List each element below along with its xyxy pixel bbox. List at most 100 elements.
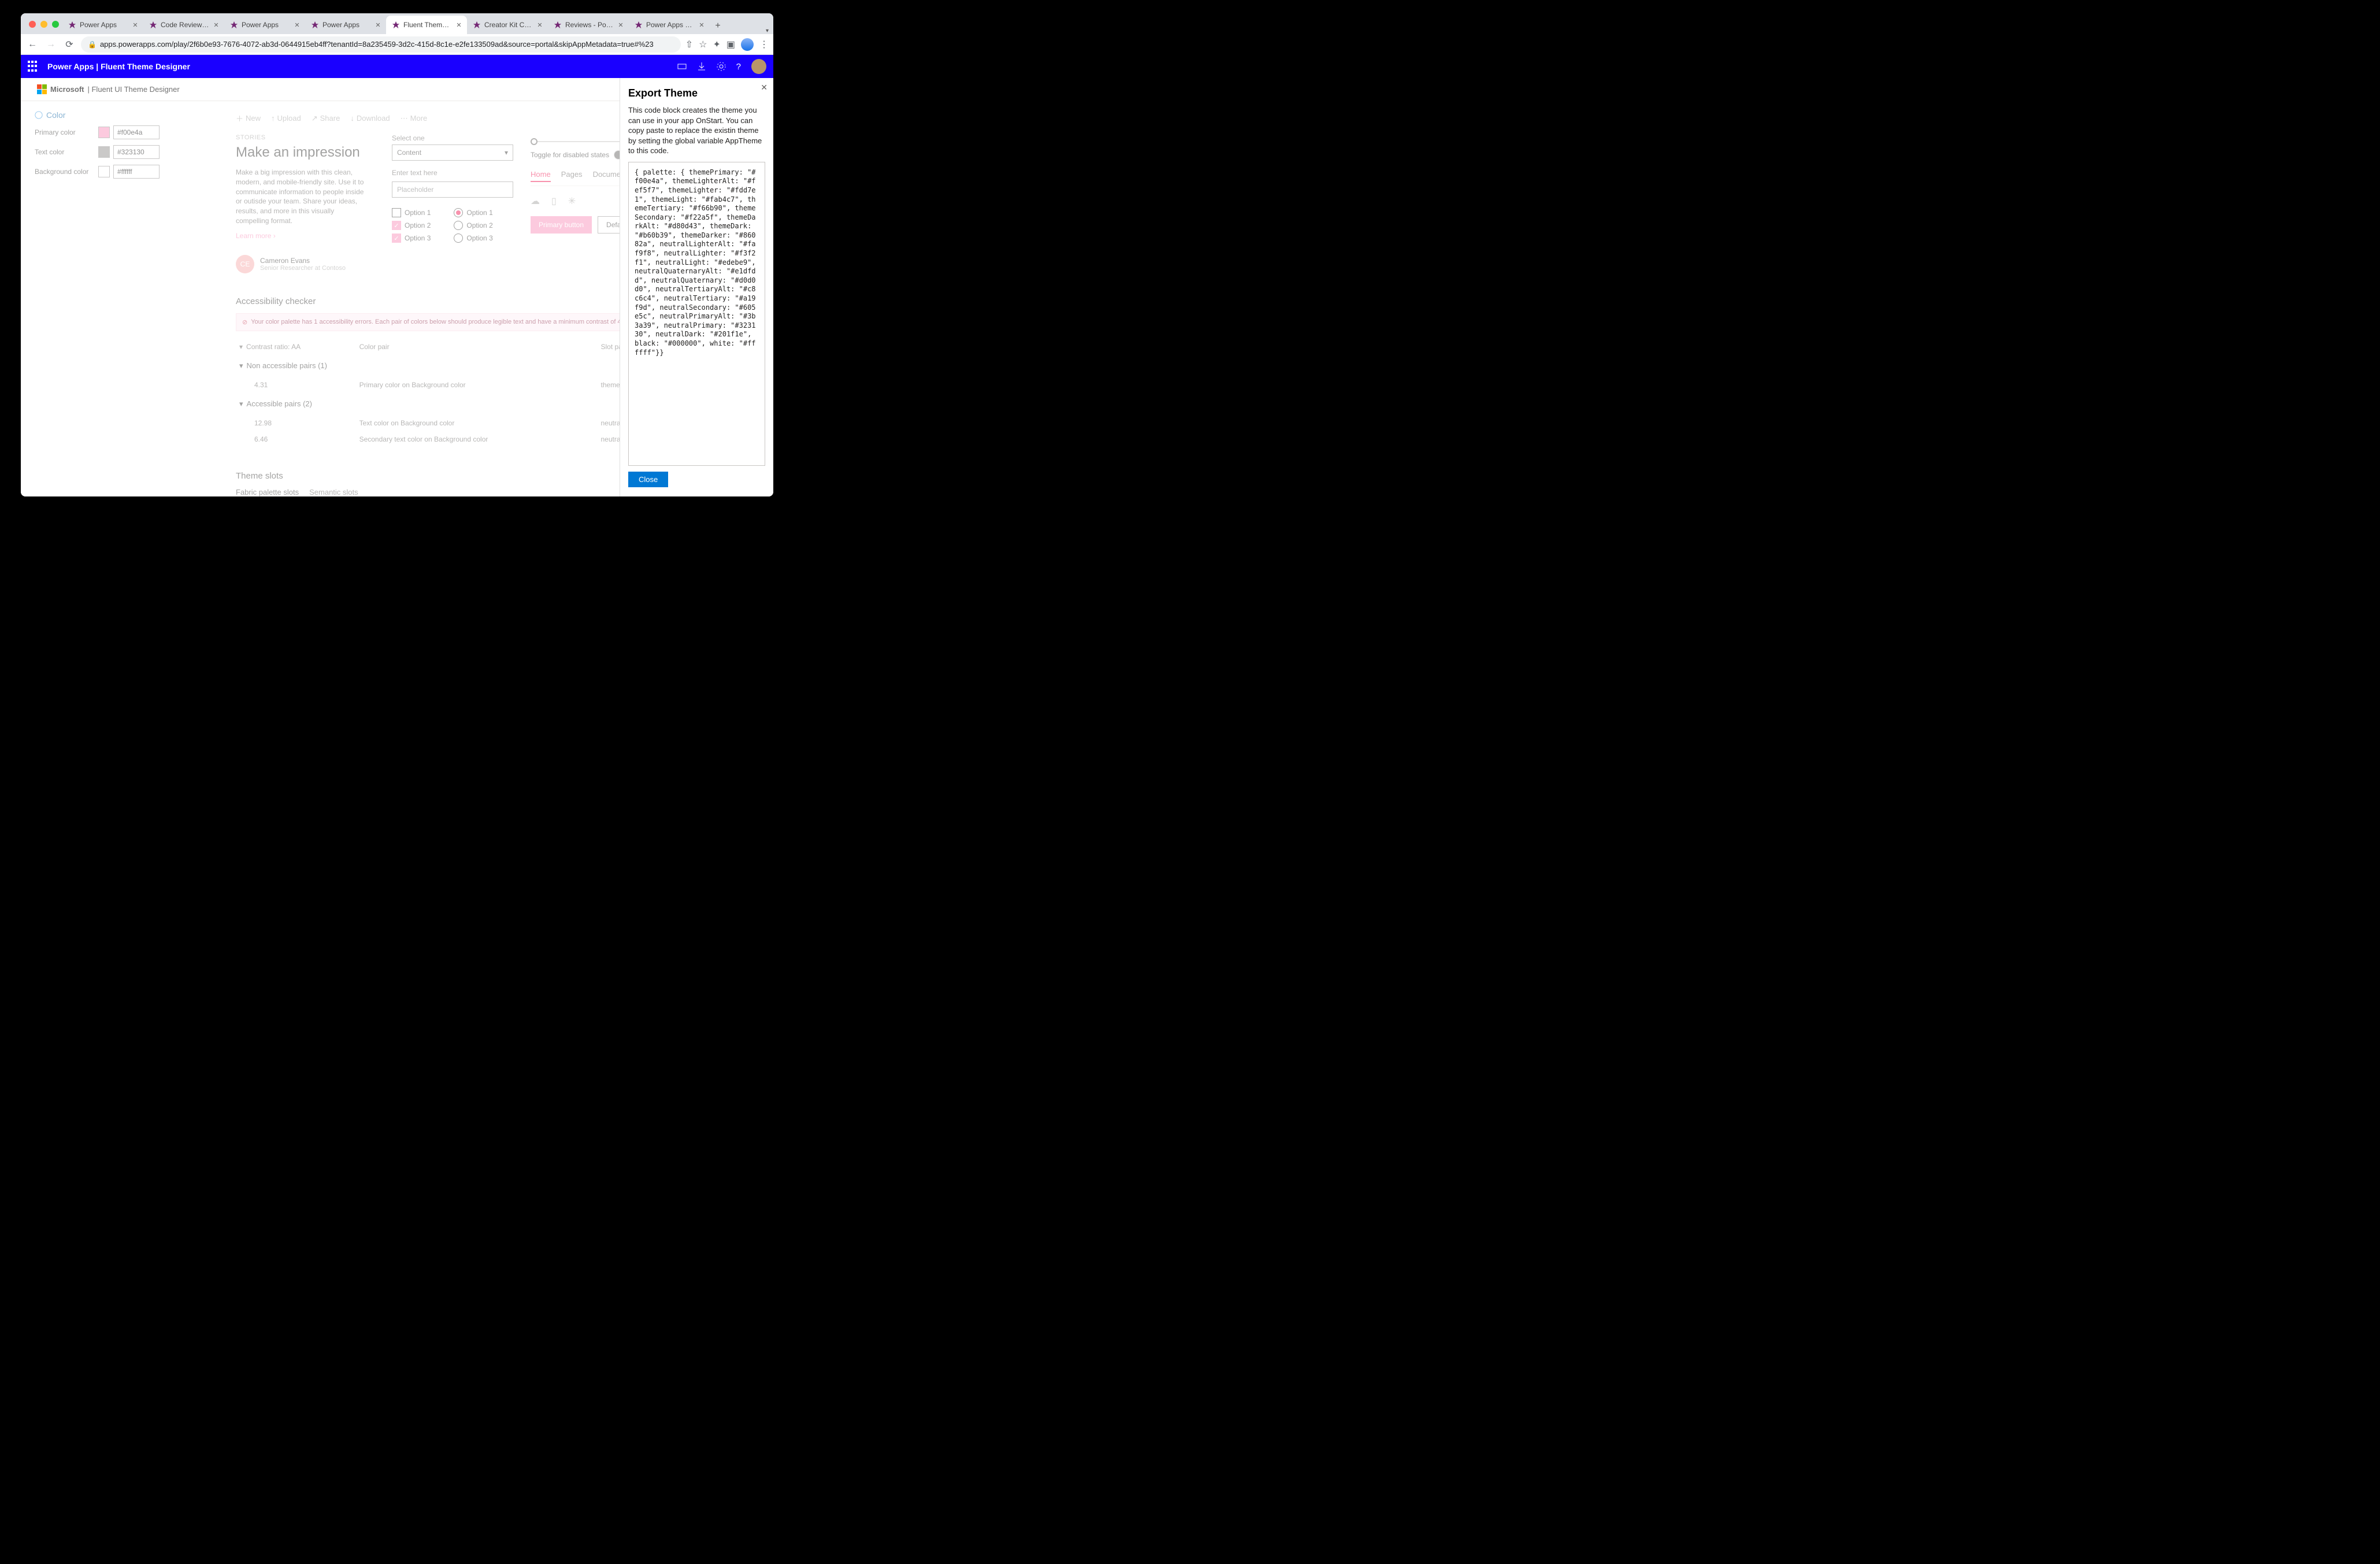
favicon-icon xyxy=(68,21,76,29)
color-config-panel: Color Primary color Text color Backgroun… xyxy=(21,101,218,496)
radio-2[interactable] xyxy=(454,221,463,230)
tab-overflow-icon[interactable]: ▾ xyxy=(766,28,769,34)
tab-label: Power Apps xyxy=(80,21,128,29)
tab-label: Fluent Theme Designer - P xyxy=(403,21,452,29)
phone-icon: ▯ xyxy=(551,195,557,207)
close-tab-icon[interactable]: ✕ xyxy=(455,21,462,28)
select-label: Select one xyxy=(392,134,513,142)
text-color-swatch[interactable] xyxy=(98,146,110,158)
close-tab-icon[interactable]: ✕ xyxy=(698,21,705,28)
chevron-down-icon: ▾ xyxy=(505,149,508,157)
close-button[interactable]: Close xyxy=(628,472,668,487)
download-icon[interactable] xyxy=(697,62,706,71)
tab-label: Creator Kit Control Referen xyxy=(484,21,533,29)
tab-label: Code Review Tool Experim xyxy=(161,21,209,29)
share-icon[interactable]: ⇧ xyxy=(685,39,693,50)
export-code-block[interactable]: { palette: { themePrimary: "#f00e4a", th… xyxy=(628,162,765,466)
window-traffic-lights[interactable] xyxy=(29,21,59,28)
kebab-icon[interactable]: ⋮ xyxy=(759,39,769,50)
fit-icon[interactable] xyxy=(677,62,687,71)
action-upload[interactable]: ↑ Upload xyxy=(271,113,301,124)
back-button[interactable]: ← xyxy=(25,38,39,51)
col-contrast: ▾Contrast ratio: AA xyxy=(237,339,356,354)
placeholder-input[interactable] xyxy=(392,181,513,198)
browser-tab[interactable]: Power Apps ✕ xyxy=(305,16,386,34)
favicon-icon xyxy=(473,21,481,29)
action-download[interactable]: ↓ Download xyxy=(350,113,390,124)
notifications-icon[interactable]: ▣ xyxy=(726,39,735,50)
close-tab-icon[interactable]: ✕ xyxy=(375,21,381,28)
hero-title: Make an impression xyxy=(236,144,375,161)
browser-address-bar: ← → ⟳ 🔒 apps.powerapps.com/play/2f6b0e93… xyxy=(21,34,773,55)
tab-label: Reviews - Power Apps xyxy=(565,21,614,29)
bg-color-label: Background color xyxy=(35,168,98,176)
tab-home[interactable]: Home xyxy=(531,170,551,182)
min-window-icon[interactable] xyxy=(40,21,47,28)
primary-color-label: Primary color xyxy=(35,128,98,136)
action-more[interactable]: ⋯ More xyxy=(401,113,428,124)
col-colorpair: Color pair xyxy=(357,339,598,354)
bg-color-input[interactable] xyxy=(113,165,160,179)
close-tab-icon[interactable]: ✕ xyxy=(132,21,139,28)
app-header: Power Apps | Fluent Theme Designer ? xyxy=(21,55,773,78)
learn-more-link[interactable]: Learn more › xyxy=(236,232,276,240)
close-tab-icon[interactable]: ✕ xyxy=(536,21,543,28)
browser-tab[interactable]: Power Apps ✕ xyxy=(62,16,143,34)
browser-tab[interactable]: Reviews - Power Apps✕ xyxy=(548,16,629,34)
settings-icon[interactable] xyxy=(717,62,726,71)
browser-tab[interactable]: Code Review Tool Experim ✕ xyxy=(143,16,224,34)
tab-pages[interactable]: Pages xyxy=(561,170,583,182)
palette-icon xyxy=(35,111,43,119)
browser-tab[interactable]: Power Apps Review Tool -✕ xyxy=(629,16,710,34)
bg-color-swatch[interactable] xyxy=(98,166,110,177)
radio-3[interactable] xyxy=(454,234,463,243)
primary-color-swatch[interactable] xyxy=(98,127,110,138)
tab-fabric-palette[interactable]: Fabric palette slots xyxy=(236,488,299,496)
close-tab-icon[interactable]: ✕ xyxy=(617,21,624,28)
max-window-icon[interactable] xyxy=(52,21,59,28)
color-section-title: Color xyxy=(35,110,205,120)
favicon-icon xyxy=(311,21,319,29)
close-panel-button[interactable]: ✕ xyxy=(761,83,768,92)
error-icon: ⊘ xyxy=(242,318,247,326)
extensions-icon[interactable]: ✦ xyxy=(713,39,720,50)
tab-semantic-slots[interactable]: Semantic slots xyxy=(309,488,358,496)
url-field[interactable]: 🔒 apps.powerapps.com/play/2f6b0e93-7676-… xyxy=(81,36,681,53)
primary-color-input[interactable] xyxy=(113,125,160,139)
star-icon[interactable]: ☆ xyxy=(699,39,707,50)
tab-label: Power Apps xyxy=(322,21,371,29)
browser-tab[interactable]: Creator Kit Control Referen✕ xyxy=(467,16,548,34)
export-theme-panel: ✕ Export Theme This code block creates t… xyxy=(620,78,773,496)
browser-tab[interactable]: Power Apps ✕ xyxy=(224,16,305,34)
browser-tab[interactable]: Fluent Theme Designer - P✕ xyxy=(386,16,467,34)
author-role: Senior Researcher at Contoso xyxy=(260,265,346,272)
sub-title: | Fluent UI Theme Designer xyxy=(88,85,180,94)
tab-label: Power Apps xyxy=(242,21,290,29)
primary-button[interactable]: Primary button xyxy=(531,216,592,234)
checkbox-2[interactable]: ✓ xyxy=(392,221,401,230)
checkbox-3[interactable]: ✓ xyxy=(392,234,401,243)
close-tab-icon[interactable]: ✕ xyxy=(213,21,220,28)
forward-button[interactable]: → xyxy=(44,38,58,51)
waffle-icon[interactable] xyxy=(28,61,39,72)
action-share[interactable]: ↗ Share xyxy=(312,113,340,124)
favicon-icon xyxy=(554,21,562,29)
checkbox-1[interactable] xyxy=(392,208,401,217)
text-color-input[interactable] xyxy=(113,145,160,159)
help-icon[interactable]: ? xyxy=(736,62,741,72)
close-window-icon[interactable] xyxy=(29,21,36,28)
reload-button[interactable]: ⟳ xyxy=(62,38,76,51)
export-title: Export Theme xyxy=(628,87,765,99)
radio-1[interactable] xyxy=(454,208,463,217)
browser-tab-strip: Power Apps✕Code Review Tool Experim✕Powe… xyxy=(21,13,773,34)
app-title: Power Apps | Fluent Theme Designer xyxy=(47,62,190,71)
favicon-icon xyxy=(635,21,643,29)
user-avatar[interactable] xyxy=(751,59,766,74)
content-dropdown[interactable]: Content▾ xyxy=(392,144,513,161)
profile-avatar[interactable] xyxy=(741,38,754,51)
close-tab-icon[interactable]: ✕ xyxy=(294,21,301,28)
export-description: This code block creates the theme you ca… xyxy=(628,105,765,156)
action-new[interactable]: ＋ New xyxy=(236,113,261,124)
hero-body: Make a big impression with this clean, m… xyxy=(236,168,369,226)
new-tab-button[interactable]: + xyxy=(710,18,726,34)
